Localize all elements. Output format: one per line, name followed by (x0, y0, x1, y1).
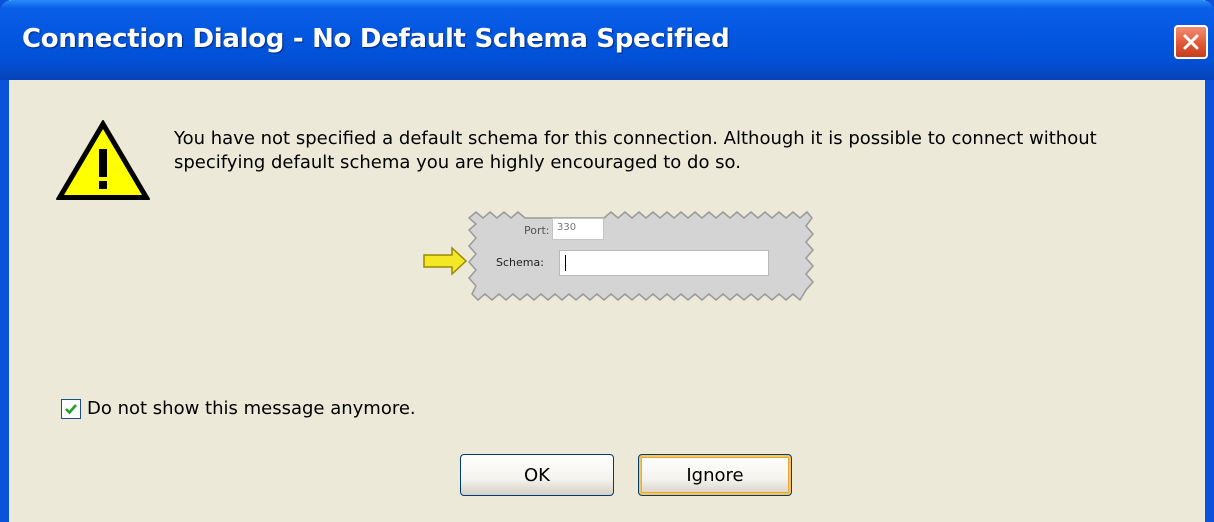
hint-port-field: 330 (552, 218, 604, 240)
ignore-button[interactable]: Ignore (638, 454, 792, 496)
dont-show-again-checkbox[interactable] (61, 398, 81, 419)
ok-button[interactable]: OK (460, 454, 614, 496)
warning-message: You have not specified a default schema … (174, 127, 1174, 175)
dialog-content: You have not specified a default schema … (9, 80, 1205, 522)
hint-port-label: Port: (524, 224, 550, 237)
yellow-arrow-icon (423, 246, 468, 276)
title-bar[interactable]: Connection Dialog - No Default Schema Sp… (0, 0, 1214, 80)
checkmark-icon (65, 403, 77, 414)
dont-show-again-row[interactable]: Do not show this message anymore. (61, 398, 416, 419)
close-button[interactable] (1174, 25, 1208, 59)
dialog-window: Connection Dialog - No Default Schema Sp… (0, 0, 1214, 522)
close-x-icon (1183, 34, 1199, 50)
schema-hint-image: Port: 330 Schema: (414, 208, 834, 328)
window-title: Connection Dialog - No Default Schema Sp… (22, 24, 730, 54)
dont-show-again-label[interactable]: Do not show this message anymore. (87, 398, 416, 419)
warning-icon (56, 120, 150, 200)
text-caret (565, 255, 566, 271)
hint-schema-label: Schema: (496, 256, 544, 269)
message-line-1: You have not specified a default schema … (174, 128, 1097, 149)
hint-schema-field (559, 250, 769, 276)
message-line-2: specifying default schema you are highly… (174, 152, 741, 173)
